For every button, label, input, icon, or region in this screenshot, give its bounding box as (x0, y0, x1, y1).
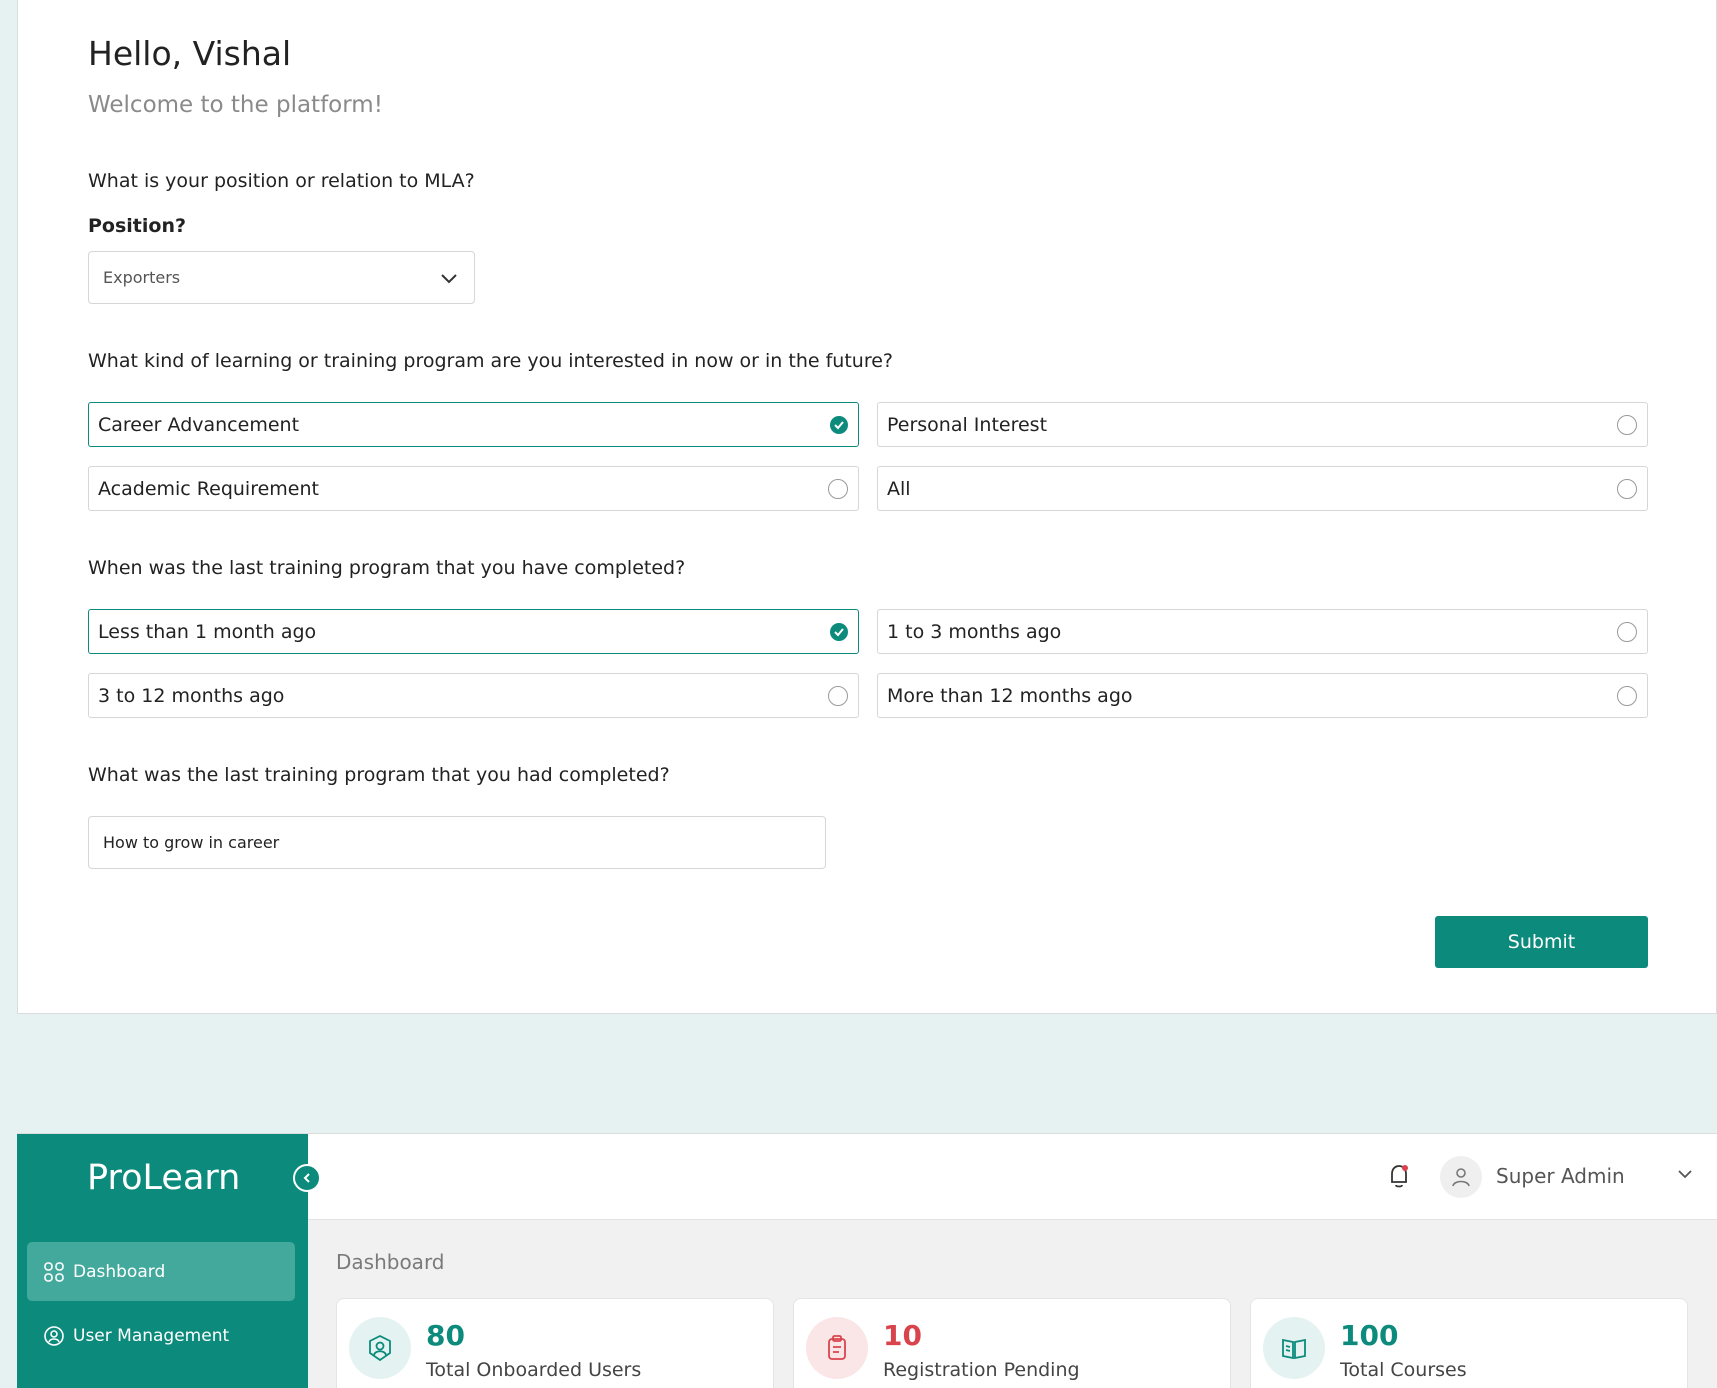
question-last-completed-time: When was the last training program that … (88, 557, 686, 579)
user-name[interactable]: Super Admin (1496, 1164, 1625, 1188)
option-label: More than 12 months ago (887, 684, 1133, 707)
avatar[interactable] (1440, 1156, 1482, 1198)
question-position: What is your position or relation to MLA… (88, 170, 475, 192)
position-select-value: Exporters (103, 268, 181, 287)
sidebar-item-label: User Management (73, 1325, 230, 1346)
radio-circle-icon (1617, 415, 1637, 435)
option-personal-interest[interactable]: Personal Interest (877, 402, 1648, 447)
option-all[interactable]: All (877, 466, 1648, 511)
brand-logo: ProLearn (87, 1158, 241, 1198)
position-select[interactable]: Exporters (88, 251, 475, 304)
option-label: 1 to 3 months ago (887, 620, 1062, 643)
option-academic-requirement[interactable]: Academic Requirement (88, 466, 859, 511)
stat-value: 10 (883, 1319, 922, 1352)
greeting-title: Hello, Vishal (88, 34, 292, 73)
radio-circle-icon (1617, 686, 1637, 706)
stat-value: 80 (426, 1319, 465, 1352)
question-last-program: What was the last training program that … (88, 764, 670, 786)
welcome-subtitle: Welcome to the platform! (88, 92, 383, 118)
option-label: All (887, 477, 911, 500)
option-more-than-12-months[interactable]: More than 12 months ago (877, 673, 1648, 718)
option-label: Personal Interest (887, 413, 1048, 436)
option-label: Less than 1 month ago (98, 620, 317, 643)
dashboard-preview: ProLearn Dashboard User Management Super… (17, 1133, 1717, 1388)
sidebar: ProLearn Dashboard User Management (17, 1134, 308, 1388)
sidebar-item-user-management[interactable]: User Management (27, 1306, 295, 1365)
stat-label: Total Courses (1340, 1359, 1467, 1381)
option-label: 3 to 12 months ago (98, 684, 285, 707)
user-badge-icon (44, 1325, 64, 1346)
survey-card: Hello, Vishal Welcome to the platform! W… (17, 0, 1717, 1014)
radio-circle-icon (828, 479, 848, 499)
last-program-input[interactable]: How to grow in career (88, 816, 826, 869)
chevron-down-icon[interactable] (1675, 1164, 1695, 1184)
check-circle-icon (830, 416, 848, 434)
check-circle-icon (830, 623, 848, 641)
clipboard-icon (806, 1317, 868, 1379)
sidebar-item-label: Dashboard (73, 1261, 166, 1282)
radio-circle-icon (1617, 479, 1637, 499)
stat-card-total-courses: 100 Total Courses (1250, 1298, 1688, 1388)
book-icon (1263, 1317, 1325, 1379)
user-icon (1452, 1168, 1470, 1187)
stat-label: Total Onboarded Users (426, 1359, 642, 1381)
option-1-to-3-months[interactable]: 1 to 3 months ago (877, 609, 1648, 654)
chevron-down-icon (441, 274, 457, 284)
radio-circle-icon (1617, 622, 1637, 642)
stat-card-registration-pending: 10 Registration Pending (793, 1298, 1231, 1388)
option-label: Academic Requirement (98, 477, 319, 500)
breadcrumb: Dashboard (336, 1250, 445, 1274)
submit-button[interactable]: Submit (1435, 916, 1648, 968)
sidebar-collapse-button[interactable] (293, 1164, 321, 1192)
stat-label: Registration Pending (883, 1359, 1080, 1381)
sidebar-item-dashboard[interactable]: Dashboard (27, 1242, 295, 1301)
radio-circle-icon (828, 686, 848, 706)
grid-icon (44, 1261, 64, 1282)
bell-icon[interactable] (1386, 1162, 1412, 1190)
position-label: Position? (88, 215, 186, 237)
option-less-than-1-month[interactable]: Less than 1 month ago (88, 609, 859, 654)
stat-value: 100 (1340, 1319, 1399, 1352)
stat-card-onboarded-users: 80 Total Onboarded Users (336, 1298, 774, 1388)
user-badge-icon (349, 1317, 411, 1379)
option-career-advancement[interactable]: Career Advancement (88, 402, 859, 447)
option-label: Career Advancement (98, 413, 300, 436)
option-3-to-12-months[interactable]: 3 to 12 months ago (88, 673, 859, 718)
question-interest: What kind of learning or training progra… (88, 350, 894, 372)
last-program-input-value: How to grow in career (103, 833, 280, 852)
top-bar: Super Admin (308, 1134, 1717, 1220)
chevron-left-icon (303, 1173, 310, 1183)
